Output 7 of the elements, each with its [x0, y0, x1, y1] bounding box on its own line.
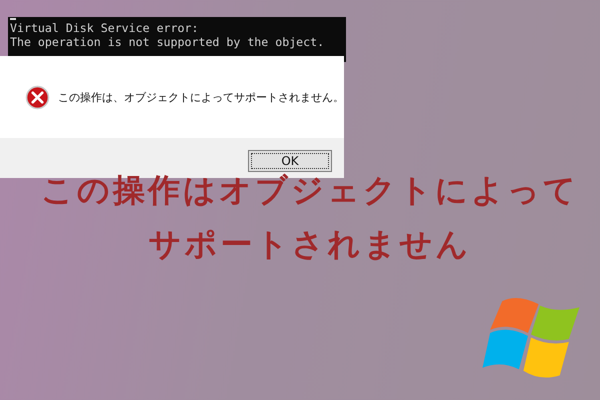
dialog-message: この操作は、オブジェクトによってサポートされません。 — [58, 90, 344, 104]
ok-button[interactable]: OK — [248, 150, 332, 172]
console-text: The operation is not supported by the object. — [10, 35, 326, 49]
headline-text: サポートされません — [148, 224, 472, 264]
cursor-icon — [10, 18, 16, 20]
headline-text: この操作はオブジェクトによって — [40, 170, 579, 210]
console-text: Virtual Disk Service error: — [10, 21, 200, 35]
